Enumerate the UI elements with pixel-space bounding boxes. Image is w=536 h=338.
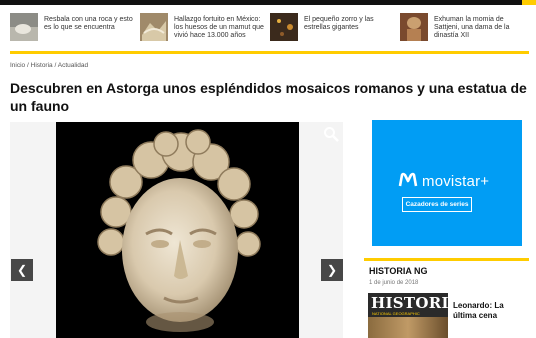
related-article-title: Hallazgo fortuito en México: los huesos … [174,16,264,39]
breadcrumb-separator: / [54,62,57,69]
movistar-logo-icon [398,172,418,187]
gallery-next-button[interactable]: ❯ [321,259,343,281]
chevron-right-icon: ❯ [326,263,338,277]
magazine-cover-art [368,317,448,338]
related-article-thumbnail [270,13,298,41]
article-title: Descubren en Astorga unos espléndidos mo… [10,80,527,114]
chevron-left-icon: ❮ [16,263,28,277]
related-article-thumbnail [140,13,168,41]
ad-brand-name: movistar+ [422,173,490,190]
magazine-cover[interactable]: HISTORIA NATIONAL GEOGRAPHIC [368,293,448,338]
related-article-thumbnail [10,13,38,41]
related-article-3[interactable]: El pequeño zorro y las estrellas gigante… [270,13,398,49]
breadcrumb: Inicio / Historia / Actualidad [10,62,88,69]
gallery-photo[interactable] [56,122,299,338]
top-bar [0,0,536,5]
related-article-title: El pequeño zorro y las estrellas gigante… [304,16,374,31]
breadcrumb-separator: / [27,62,29,69]
related-articles-strip: Resbala con una roca y esto es lo que se… [0,13,536,51]
photo-gallery: ❮ ❯ [10,122,343,338]
breadcrumb-home[interactable]: Inicio [10,62,25,69]
header-divider [10,51,529,54]
related-article-thumbnail [400,13,428,41]
statue-head-image [97,129,261,332]
sidebar-date: 1 de junio de 2018 [369,280,419,286]
magazine-feature-link[interactable]: Leonardo: La última cena [453,301,525,321]
sidebar-divider [364,258,529,261]
gallery-prev-button[interactable]: ❮ [11,259,33,281]
top-bar-accent [522,0,536,5]
sidebar-heading[interactable]: HISTORIA NG [369,266,428,276]
related-article-4[interactable]: Exhuman la momia de Sattjeni, una dama d… [400,13,530,49]
related-article-title: Resbala con una roca y esto es lo que se… [44,16,133,31]
breadcrumb-subsection[interactable]: Actualidad [58,62,88,69]
related-article-2[interactable]: Hallazgo fortuito en México: los huesos … [140,13,268,49]
zoom-icon[interactable] [323,126,339,142]
related-article-title: Exhuman la momia de Sattjeni, una dama d… [434,16,510,39]
related-article-1[interactable]: Resbala con una roca y esto es lo que se… [10,13,138,49]
magazine-title: HISTORIA [371,294,448,312]
ad-tagline: Cazadores de series [402,197,472,212]
breadcrumb-section[interactable]: Historia [31,62,53,69]
advertisement-banner[interactable]: movistar+ Cazadores de series [372,120,522,246]
magazine-subtitle: NATIONAL GEOGRAPHIC [372,311,420,316]
